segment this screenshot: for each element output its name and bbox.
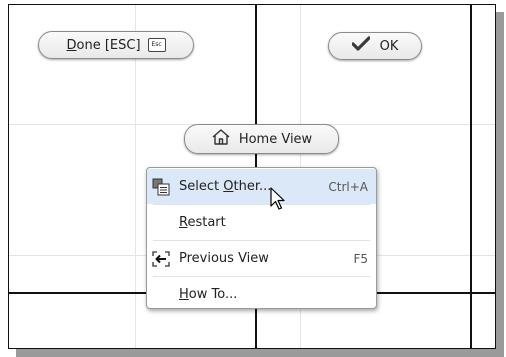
- menu-item-select-other[interactable]: Select Other... Ctrl+A: [147, 169, 376, 204]
- menu-item-shortcut: Ctrl+A: [328, 179, 368, 194]
- sketch-line-vertical: [470, 5, 472, 348]
- home-view-button[interactable]: Home View: [184, 124, 339, 154]
- menu-item-how-to[interactable]: How To...: [147, 277, 376, 308]
- done-button[interactable]: Done [ESC] Esc: [38, 31, 194, 59]
- menu-item-label: How To...: [179, 287, 238, 302]
- context-menu: Select Other... Ctrl+A Restart Previous …: [146, 167, 377, 309]
- previous-view-icon: [147, 250, 175, 267]
- ok-button[interactable]: OK: [328, 32, 422, 60]
- menu-item-label: Restart: [179, 215, 226, 230]
- ok-button-label: OK: [379, 38, 399, 54]
- home-view-label: Home View: [238, 131, 313, 147]
- menu-item-label: Select Other...: [179, 179, 272, 194]
- mouse-cursor-icon: [270, 187, 286, 215]
- menu-item-previous-view[interactable]: Previous View F5: [147, 241, 376, 276]
- home-icon: [211, 128, 231, 150]
- esc-key-icon: Esc: [147, 38, 166, 52]
- menu-item-shortcut: F5: [353, 251, 368, 266]
- done-button-label: Done [ESC]: [66, 37, 141, 53]
- menu-item-label: Previous View: [179, 251, 269, 266]
- select-other-icon: [147, 178, 175, 196]
- menu-item-restart[interactable]: Restart: [147, 205, 376, 240]
- check-icon: [351, 36, 371, 56]
